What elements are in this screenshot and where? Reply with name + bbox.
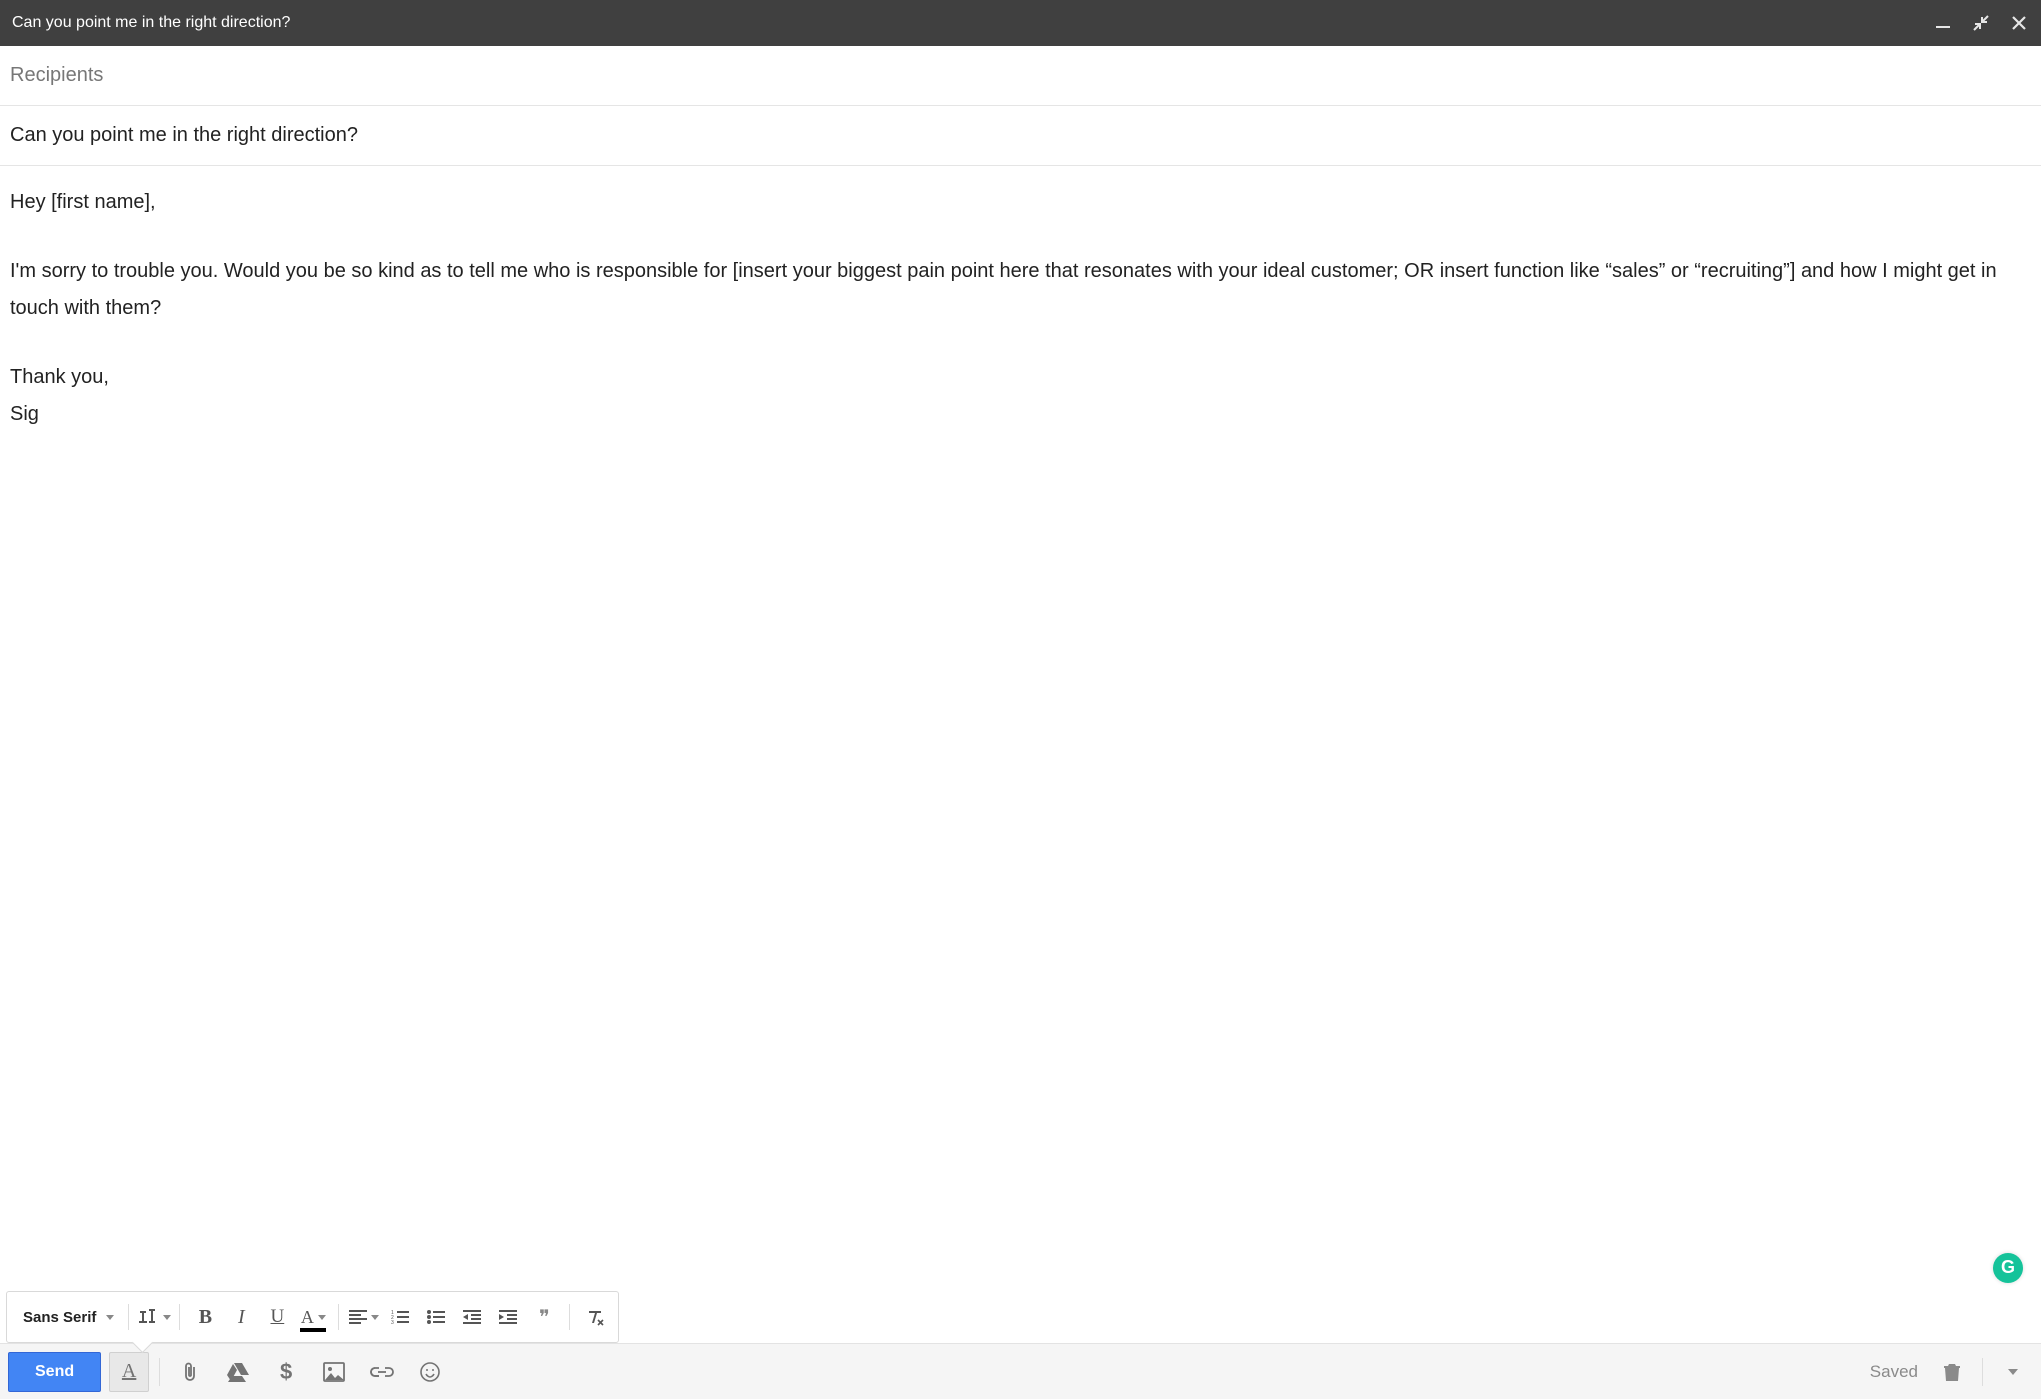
subject-field-row — [0, 106, 2041, 166]
underline-button[interactable]: U — [260, 1300, 294, 1334]
grammarly-icon[interactable]: G — [1993, 1253, 2023, 1283]
divider — [569, 1304, 570, 1330]
text-color-swatch — [300, 1328, 326, 1332]
minimize-icon[interactable] — [1933, 13, 1953, 33]
attach-file-button[interactable] — [170, 1352, 210, 1392]
body-line: I'm sorry to trouble you. Would you be s… — [10, 253, 2031, 327]
formatting-toggle-button[interactable]: A — [109, 1352, 149, 1392]
compose-body[interactable]: Hey [first name], I'm sorry to trouble y… — [0, 166, 2041, 1291]
divider — [128, 1304, 129, 1330]
discard-draft-button[interactable] — [1932, 1352, 1972, 1392]
close-icon[interactable] — [2009, 13, 2029, 33]
divider — [338, 1304, 339, 1330]
window-controls — [1933, 13, 2029, 33]
bulleted-list-button[interactable] — [419, 1300, 453, 1334]
pop-in-icon[interactable] — [1971, 13, 1991, 33]
body-line: Hey [first name], — [10, 184, 2031, 221]
divider — [1982, 1358, 1983, 1386]
numbered-list-button[interactable]: 1 2 3 — [383, 1300, 417, 1334]
recipients-placeholder: Recipients — [10, 64, 103, 86]
saved-status: Saved — [1870, 1362, 1918, 1382]
format-toolbar: Sans Serif B I U A 1 2 3 — [6, 1291, 619, 1343]
insert-link-button[interactable] — [362, 1352, 402, 1392]
insert-photo-button[interactable] — [314, 1352, 354, 1392]
recipients-field[interactable]: Recipients — [0, 46, 2041, 106]
divider — [159, 1358, 160, 1386]
font-family-label: Sans Serif — [13, 1309, 102, 1326]
subject-input[interactable] — [10, 124, 2031, 147]
compose-title: Can you point me in the right direction? — [12, 14, 290, 32]
indent-less-button[interactable] — [455, 1300, 489, 1334]
send-button[interactable]: Send — [8, 1352, 101, 1392]
font-family-dropdown[interactable]: Sans Serif — [13, 1300, 120, 1334]
indent-more-button[interactable] — [491, 1300, 525, 1334]
text-color-button[interactable]: A — [296, 1300, 330, 1334]
more-options-button[interactable] — [1993, 1352, 2033, 1392]
body-line: Thank you, — [10, 359, 2031, 396]
insert-drive-button[interactable] — [218, 1352, 258, 1392]
compose-titlebar: Can you point me in the right direction? — [0, 0, 2041, 46]
insert-emoji-button[interactable] — [410, 1352, 450, 1392]
font-size-dropdown[interactable] — [137, 1300, 171, 1334]
remove-formatting-button[interactable] — [578, 1300, 612, 1334]
bold-button[interactable]: B — [188, 1300, 222, 1334]
divider — [179, 1304, 180, 1330]
align-button[interactable] — [347, 1300, 381, 1334]
format-toolbar-wrap: Sans Serif B I U A 1 2 3 — [0, 1291, 2041, 1343]
svg-text:3: 3 — [391, 1320, 394, 1324]
quote-button[interactable]: ❞ — [527, 1300, 561, 1334]
compose-action-bar: Send A $ Saved — [0, 1343, 2041, 1399]
insert-money-button[interactable]: $ — [266, 1352, 306, 1392]
italic-button[interactable]: I — [224, 1300, 258, 1334]
body-line: Sig — [10, 396, 2031, 433]
